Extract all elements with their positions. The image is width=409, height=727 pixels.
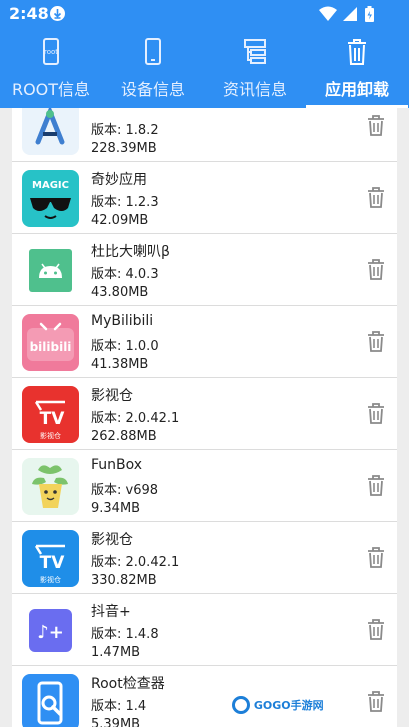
tab-label: ROOT信息 bbox=[11, 80, 91, 99]
app-name: 抖音+ bbox=[91, 604, 131, 620]
app-version: 版本: 1.4.8 bbox=[91, 627, 159, 642]
uninstall-trash-icon[interactable] bbox=[366, 258, 386, 280]
app-version: 版本: v698 bbox=[91, 483, 159, 498]
uninstall-trash-icon[interactable] bbox=[366, 474, 386, 496]
svg-text:TV: TV bbox=[40, 553, 66, 573]
app-name: MyBilibili bbox=[91, 313, 154, 329]
app-size: 330.82MB bbox=[91, 573, 157, 588]
svg-text:bilibili: bilibili bbox=[30, 340, 72, 354]
list-item[interactable]: 杜比大喇叭β 版本: 4.0.3 43.80MB bbox=[12, 234, 397, 306]
tv-icon: TV 影视仓 bbox=[22, 530, 79, 587]
uninstall-trash-icon[interactable] bbox=[366, 330, 386, 352]
uninstall-trash-icon[interactable] bbox=[366, 690, 386, 712]
root-phone-icon: root bbox=[36, 38, 66, 66]
wifi-icon bbox=[319, 6, 337, 21]
app-size: 41.38MB bbox=[91, 357, 149, 372]
douyin-plus-icon: ♪+ bbox=[22, 602, 79, 659]
status-bar: 2:48 bbox=[0, 0, 409, 28]
uninstall-trash-icon[interactable] bbox=[366, 402, 386, 424]
tab-device-info[interactable]: 设备信息 bbox=[102, 30, 204, 108]
android-studio-icon bbox=[22, 108, 79, 155]
app-size: 9.34MB bbox=[91, 501, 141, 516]
tab-app-uninstall[interactable]: 应用卸载 bbox=[306, 30, 408, 108]
gogo-logo-icon bbox=[232, 696, 250, 714]
app-size: 5.39MB bbox=[91, 717, 141, 727]
magic-sunglasses-icon: MAGIC bbox=[22, 170, 79, 227]
news-icon bbox=[240, 38, 270, 66]
app-list[interactable]: 版本: 1.8.2 228.39MB MAGIC 奇妙应用 版本: 1.2.3 … bbox=[12, 108, 397, 727]
watermark: GOGO手游网 bbox=[232, 696, 324, 716]
list-item[interactable]: TV 影视仓 影视仓 版本: 2.0.42.1 330.82MB bbox=[12, 522, 397, 594]
svg-text:MAGIC: MAGIC bbox=[32, 180, 69, 191]
status-icons bbox=[319, 5, 379, 23]
app-size: 1.47MB bbox=[91, 645, 141, 660]
app-name: Root检查器 bbox=[91, 676, 165, 692]
app-name: FunBox bbox=[91, 457, 143, 473]
tv-icon: TV 影视仓 bbox=[22, 386, 79, 443]
app-version: 版本: 1.0.0 bbox=[91, 339, 159, 354]
tab-bar: root ROOT信息 设备信息 资讯信息 应用卸载 bbox=[0, 30, 409, 108]
app-version: 版本: 1.8.2 bbox=[91, 123, 159, 138]
app-version: 版本: 1.4 bbox=[91, 699, 147, 714]
uninstall-trash-icon[interactable] bbox=[366, 114, 386, 136]
app-size: 42.09MB bbox=[91, 213, 149, 228]
tab-label: 应用卸载 bbox=[324, 80, 389, 99]
trash-icon bbox=[342, 38, 372, 66]
bilibili-icon: bilibili bbox=[22, 314, 79, 371]
app-version: 版本: 2.0.42.1 bbox=[91, 411, 180, 426]
svg-text:root: root bbox=[44, 48, 58, 56]
phone-icon bbox=[138, 38, 168, 66]
app-version: 版本: 2.0.42.1 bbox=[91, 555, 180, 570]
list-item[interactable]: ♪+ 抖音+ 版本: 1.4.8 1.47MB bbox=[12, 594, 397, 666]
list-item[interactable]: MAGIC 奇妙应用 版本: 1.2.3 42.09MB bbox=[12, 162, 397, 234]
app-name: 杜比大喇叭β bbox=[91, 244, 170, 260]
app-size: 262.88MB bbox=[91, 429, 157, 444]
download-icon bbox=[50, 6, 65, 21]
list-item[interactable]: Root检查器 版本: 1.4 5.39MB bbox=[12, 666, 397, 727]
list-item[interactable]: 版本: 1.8.2 228.39MB bbox=[12, 108, 397, 162]
uninstall-trash-icon[interactable] bbox=[366, 546, 386, 568]
svg-text:♪+: ♪+ bbox=[37, 622, 64, 643]
app-name: 影视仓 bbox=[91, 532, 133, 548]
status-time: 2:48 bbox=[9, 4, 49, 23]
signal-icon bbox=[343, 7, 357, 21]
tab-news-info[interactable]: 资讯信息 bbox=[204, 30, 306, 108]
watermark-text: GOGO手游网 bbox=[253, 699, 324, 712]
plant-pot-icon bbox=[22, 458, 79, 515]
app-size: 43.80MB bbox=[91, 285, 149, 300]
tab-label: 设备信息 bbox=[120, 80, 185, 99]
svg-text:TV: TV bbox=[40, 409, 66, 429]
app-size: 228.39MB bbox=[91, 141, 157, 156]
android-robot-icon bbox=[22, 242, 79, 299]
uninstall-trash-icon[interactable] bbox=[366, 618, 386, 640]
root-checker-icon bbox=[22, 674, 79, 727]
app-version: 版本: 4.0.3 bbox=[91, 267, 159, 282]
app-name: 影视仓 bbox=[91, 388, 133, 404]
svg-text:影视仓: 影视仓 bbox=[40, 431, 61, 440]
app-version: 版本: 1.2.3 bbox=[91, 195, 159, 210]
tab-root-info[interactable]: root ROOT信息 bbox=[0, 30, 102, 108]
uninstall-trash-icon[interactable] bbox=[366, 186, 386, 208]
app-header: 2:48 root ROOT信息 设备信息 资讯信息 应用卸载 bbox=[0, 0, 409, 108]
app-name: 奇妙应用 bbox=[91, 172, 147, 188]
tab-label: 资讯信息 bbox=[222, 80, 287, 99]
list-item[interactable]: TV 影视仓 影视仓 版本: 2.0.42.1 262.88MB bbox=[12, 378, 397, 450]
battery-icon bbox=[365, 6, 374, 22]
list-item[interactable]: FunBox 版本: v698 9.34MB bbox=[12, 450, 397, 522]
svg-text:影视仓: 影视仓 bbox=[40, 575, 61, 584]
list-item[interactable]: bilibili MyBilibili 版本: 1.0.0 41.38MB bbox=[12, 306, 397, 378]
